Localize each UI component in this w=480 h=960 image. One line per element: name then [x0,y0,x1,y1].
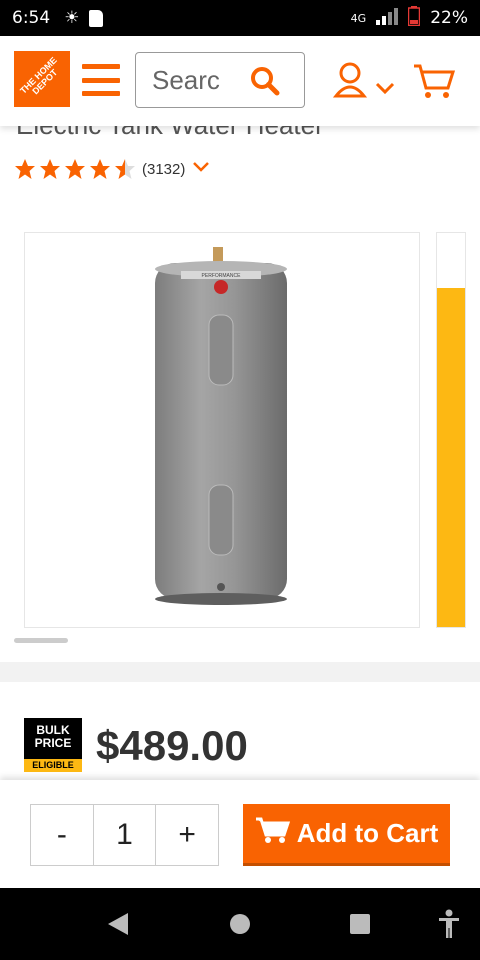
back-icon[interactable] [106,912,130,941]
home-depot-logo[interactable]: THE HOME DEPOT [14,51,70,107]
image-brand-label: PERFORMANCE [202,273,242,279]
system-nav-bar [0,888,480,960]
gallery-scroll-indicator [14,638,68,643]
bulk-eligible: ELIGIBLE [24,759,82,772]
product-image-gallery[interactable]: PERFORMANCE [24,232,420,628]
site-header: THE HOME DEPOT Searc [0,36,480,126]
add-to-cart-label: Add to Cart [296,818,439,848]
product-price: $489.00 [96,722,248,769]
logo-text: THE HOME DEPOT [18,55,60,97]
star-rating [14,158,136,180]
chevron-down-icon [375,82,395,95]
bulk-line2: PRICE [34,736,72,751]
chevron-down-icon[interactable] [191,160,211,178]
status-time: 6:54 [12,8,51,28]
rating-summary[interactable]: (3132) [14,158,211,180]
sd-card-icon [89,9,104,27]
star-icon [15,159,35,179]
battery-percent: 22% [430,8,468,28]
account-icon[interactable] [332,62,399,107]
quantity-increase-button[interactable]: + [156,805,218,865]
star-icon [115,159,135,179]
section-divider [0,662,480,682]
cart-icon [255,816,291,851]
menu-icon[interactable] [82,64,120,96]
quantity-stepper: - 1 + [30,804,219,866]
cart-icon[interactable] [412,62,456,105]
product-content: Electric Tank Water Heater (3132) [0,110,480,790]
search-placeholder: Searc [152,64,220,95]
quantity-input[interactable]: 1 [94,805,157,865]
signal-icon [376,7,399,30]
star-icon [40,159,60,179]
add-to-cart-button[interactable]: Add to Cart [243,804,450,866]
home-icon[interactable] [229,913,251,940]
rating-count: (3132) [142,160,186,178]
status-bar: 6:54 ☀ 4G 22% [0,0,480,36]
search-input[interactable]: Searc [135,52,305,108]
accessibility-icon[interactable] [438,909,460,944]
quantity-decrease-button[interactable]: - [31,805,94,865]
water-heater-image: PERFORMANCE [155,247,287,605]
star-icon [90,159,110,179]
add-to-cart-bar: - 1 + Add to Cart [0,780,480,888]
star-icon [65,159,85,179]
battery-icon [407,5,421,31]
network-type: 4G [350,11,367,25]
next-gallery-image[interactable] [436,232,466,628]
search-icon[interactable] [250,66,280,103]
recents-icon[interactable] [349,913,371,940]
bulk-price-badge[interactable]: BULK PRICE ELIGIBLE [24,718,82,772]
sun-icon: ☀ [64,8,80,28]
